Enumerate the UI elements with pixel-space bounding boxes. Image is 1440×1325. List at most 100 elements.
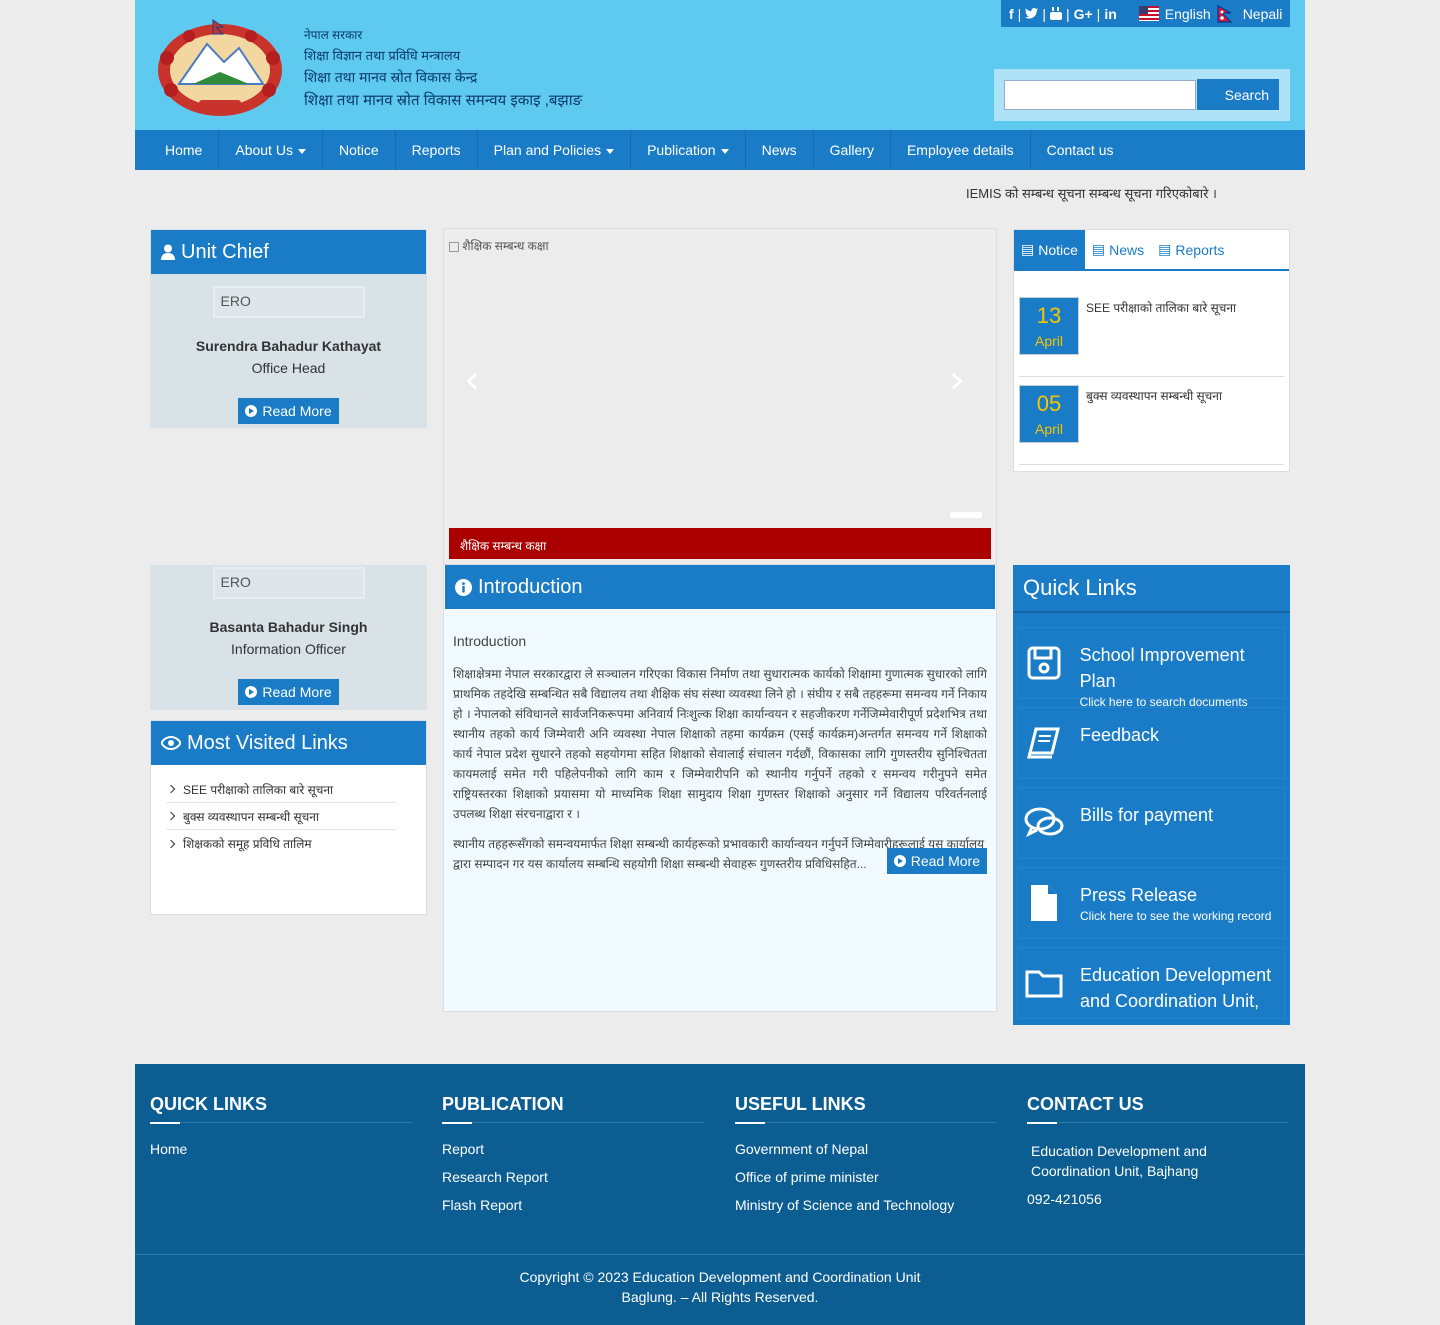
lang-nepali-link[interactable]: Nepali [1243, 6, 1283, 22]
nav-gallery-label: Gallery [829, 142, 874, 158]
language-switcher: English Nepali [1138, 4, 1283, 23]
quick-link-title: School Improvement Plan [1079, 645, 1245, 691]
notice-date: 05 April [1019, 385, 1079, 443]
introduction-paragraph-1: शिक्षाक्षेत्रमा नेपाल सरकारद्वारा ले सञ्… [453, 667, 987, 821]
quick-link-edcu-bajhang[interactable]: Education Development and Coordination U… [1017, 947, 1285, 1019]
nav-plan-policies-label: Plan and Policies [493, 142, 602, 158]
footer-link-ministry-science-technology[interactable]: Ministry of Science and Technology [735, 1197, 997, 1213]
nav-employee-details[interactable]: Employee details [891, 130, 1031, 170]
nepal-flag-icon[interactable] [1217, 4, 1233, 23]
unit-chief-read-more-button[interactable]: Read More [238, 398, 339, 424]
unit-chief-role: Office Head [251, 360, 326, 376]
introduction-title: Introduction [478, 575, 583, 598]
info-officer-card: ERO Basanta Bahadur Singh Information Of… [150, 565, 427, 710]
nav-reports[interactable]: Reports [396, 130, 478, 170]
notice-list: 13 April SEE परीक्षाको तालिका बारे सूचना … [1014, 271, 1289, 465]
quick-link-title: Education Development and Coordination U… [1080, 965, 1272, 1018]
introduction-read-more-button[interactable]: Read More [886, 848, 987, 874]
notice-item[interactable]: 13 April SEE परीक्षाको तालिका बारे सूचना [1019, 289, 1284, 377]
slide-caption: शैक्षिक सम्बन्ध कक्षा [449, 528, 991, 559]
quick-link-school-improvement-plan[interactable]: School Improvement Plan Click here to sea… [1017, 627, 1285, 709]
nav-employee-details-label: Employee details [906, 142, 1014, 158]
footer-link-government-of-nepal[interactable]: Government of Nepal [735, 1141, 997, 1157]
us-flag-icon[interactable] [1138, 6, 1159, 21]
footer-link-research-report[interactable]: Research Report [442, 1169, 704, 1185]
tab-news-label: News [1109, 241, 1145, 258]
tab-notice[interactable]: ▤ Notice [1014, 230, 1085, 269]
most-visited-item[interactable]: बुक्स व्यवस्थापन सम्बन्धी सूचना [166, 803, 396, 830]
nav-contact-us[interactable]: Contact us [1031, 130, 1130, 170]
info-officer-read-more-button[interactable]: Read More [238, 679, 339, 705]
slider-indicator[interactable] [950, 512, 982, 518]
quick-link-bills-for-payment[interactable]: Bills for payment [1017, 787, 1285, 859]
nav-publication[interactable]: Publication [631, 130, 746, 170]
linkedin-icon[interactable]: in [1104, 6, 1116, 22]
footer-divider [150, 1122, 412, 1124]
youtube-icon[interactable] [1049, 7, 1062, 20]
footer-link-office-of-prime-minister[interactable]: Office of prime minister [735, 1169, 997, 1185]
footer-publication-title: PUBLICATION [442, 1094, 564, 1114]
nav-home[interactable]: Home [149, 130, 220, 170]
nav-news[interactable]: News [746, 130, 814, 170]
nav-about-us[interactable]: About Us [219, 130, 323, 170]
most-visited-item-label: शिक्षकको समूह प्रविधि तालिम [183, 837, 312, 851]
notice-title[interactable]: बुक्स व्यवस्थापन सम्बन्धी सूचना [1086, 387, 1222, 464]
most-visited-header: Most Visited Links [151, 721, 426, 765]
nav-home-label: Home [165, 142, 203, 158]
most-visited-panel: Most Visited Links SEE परीक्षाको तालिका … [150, 720, 427, 915]
slider-prev-arrow[interactable]: ‹ [464, 357, 480, 403]
facebook-icon[interactable]: f [1009, 6, 1014, 22]
info-officer-role: Information Officer [231, 641, 346, 657]
nav-notice[interactable]: Notice [323, 130, 396, 170]
most-visited-item[interactable]: SEE परीक्षाको तालिका बारे सूचना [166, 776, 396, 803]
notice-title[interactable]: SEE परीक्षाको तालिका बारे सूचना [1086, 299, 1236, 376]
image-slider: शैक्षिक सम्बन्ध कक्षा ‹ › शैक्षिक सम्बन्… [443, 228, 997, 565]
government-title-block: नेपाल सरकार शिक्षा विज्ञान तथा प्रविधि म… [304, 28, 582, 111]
tab-news[interactable]: ▤ News [1085, 230, 1151, 269]
search-box: Search [994, 69, 1290, 121]
gov-line-2: शिक्षा विज्ञान तथा प्रविधि मन्त्रालय [304, 48, 461, 63]
quick-link-subtitle: Click here to see the working record [1080, 909, 1272, 923]
notice-month: April [1034, 333, 1063, 349]
nav-contact-us-label: Contact us [1046, 142, 1114, 158]
slider-next-arrow[interactable]: › [949, 357, 965, 403]
info-officer-name: Basanta Bahadur Singh [209, 619, 368, 635]
nav-plan-policies[interactable]: Plan and Policies [478, 130, 632, 170]
notice-item[interactable]: 05 April बुक्स व्यवस्थापन सम्बन्धी सूचना [1019, 377, 1284, 465]
unit-chief-title: Unit Chief [181, 240, 269, 263]
caret-down-icon [720, 148, 729, 154]
footer-divider [735, 1122, 997, 1124]
footer-link-report[interactable]: Report [442, 1141, 704, 1157]
footer-contact-address: Education Development and Coordination U… [1031, 1143, 1207, 1179]
twitter-icon[interactable] [1025, 8, 1039, 19]
gov-line-1: नेपाल सरकार [304, 28, 363, 42]
lang-english-link[interactable]: English [1165, 6, 1211, 22]
quick-link-title: Feedback [1080, 725, 1160, 745]
nepal-emblem-logo[interactable] [149, 18, 291, 120]
quick-link-press-release[interactable]: Press Release Click here to see the worki… [1017, 867, 1285, 939]
gov-line-4: शिक्षा तथा मानव स्रोत विकास समन्वय इकाइ … [304, 91, 583, 109]
google-plus-icon[interactable]: G+ [1074, 6, 1093, 22]
quick-link-feedback[interactable]: Feedback [1017, 707, 1285, 779]
info-officer-read-more-label: Read More [262, 684, 332, 700]
copyright-line-1: Copyright © 2023 Education Development a… [519, 1269, 921, 1285]
footer-link-flash-report[interactable]: Flash Report [442, 1197, 704, 1213]
search-button[interactable]: Search [1197, 79, 1279, 110]
search-input[interactable] [1004, 80, 1196, 110]
most-visited-item[interactable]: शिक्षकको समूह प्रविधि तालिम [166, 830, 396, 857]
ticker-text[interactable]: IEMIS को सम्बन्ध सूचना सम्बन्ध सूचना गरि… [966, 184, 1217, 202]
play-circle-icon [893, 855, 906, 867]
nav-gallery[interactable]: Gallery [814, 130, 891, 170]
tab-reports-label: Reports [1175, 241, 1225, 258]
tab-reports[interactable]: ▤ Reports [1151, 230, 1231, 269]
nav-notice-label: Notice [338, 142, 379, 158]
footer-link-home[interactable]: Home [150, 1141, 412, 1157]
copyright-line-2: Baglung. – All Rights Reserved. [621, 1289, 819, 1305]
newspaper-icon: ▤ [1021, 241, 1035, 257]
notice-date: 13 April [1019, 297, 1079, 355]
footer-useful-links: USEFUL LINKS Government of Nepal Office … [735, 1094, 997, 1225]
notice-tabs-panel: ▤ Notice ▤ News ▤ Reports 13 April SEE परीक्… [1013, 229, 1290, 472]
footer-copyright: Copyright © 2023 Education Development a… [135, 1254, 1305, 1307]
footer-contact-title: CONTACT US [1027, 1094, 1144, 1114]
site-header: नेपाल सरकार शिक्षा विज्ञान तथा प्रविधि म… [135, 0, 1305, 130]
